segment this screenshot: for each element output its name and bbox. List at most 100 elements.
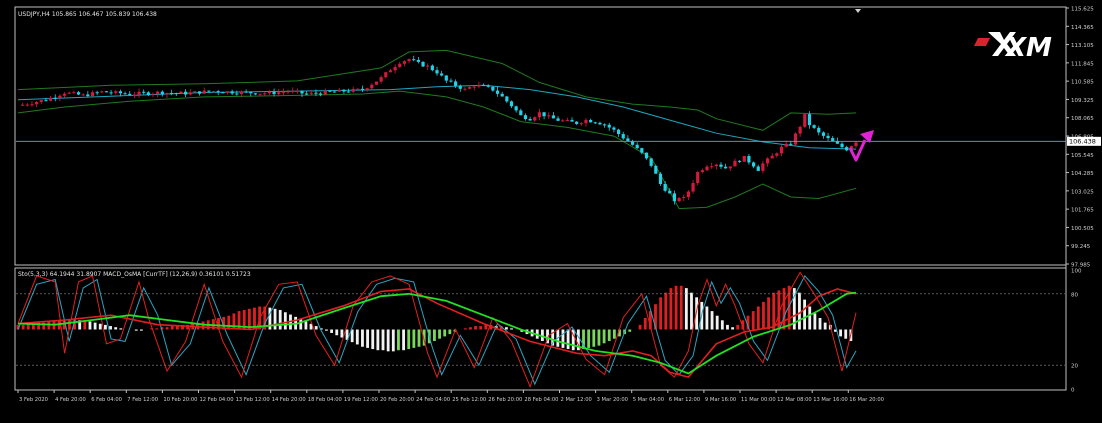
candle-body <box>81 94 85 96</box>
candle-body <box>640 148 644 153</box>
main-panel-frame <box>14 6 1067 266</box>
candle-body <box>775 153 779 156</box>
candle-body <box>789 143 793 145</box>
candle-body <box>579 123 583 125</box>
candle-body <box>267 91 271 94</box>
candle-body <box>25 104 29 106</box>
candle-body <box>184 91 188 95</box>
candle-body <box>654 165 658 174</box>
candle-body <box>281 91 285 93</box>
candle-body <box>612 127 616 130</box>
candle-body <box>374 81 379 85</box>
candle-body <box>384 72 388 78</box>
candle-body <box>197 91 202 94</box>
candle-body <box>500 93 504 97</box>
oscillator-header: Sto(5,3,3) 64.1944 31.8907 MACD_OsMA [Cu… <box>18 271 251 278</box>
bollinger-lower-line <box>17 90 857 210</box>
candle-body <box>244 91 248 93</box>
candle-body <box>663 183 667 191</box>
candle-body <box>454 81 458 86</box>
candle-body <box>491 86 495 91</box>
candle-body <box>547 115 551 117</box>
candle-body <box>332 91 337 93</box>
oscillator-tick-label: 80 <box>1071 292 1078 298</box>
price-tick-label: 111.845 <box>1071 61 1094 67</box>
candle-body <box>109 92 113 94</box>
time-tick-label: 3 Mar 20:00 <box>597 397 628 403</box>
candle-body <box>179 91 183 94</box>
candle-body <box>686 191 690 198</box>
oscillator-tick-label: 20 <box>1071 364 1078 370</box>
candle-body <box>467 87 472 89</box>
candle-body <box>165 92 169 95</box>
candle-body <box>426 65 430 67</box>
candle-body <box>174 93 178 95</box>
candle-body <box>398 63 402 68</box>
candle-body <box>784 143 788 147</box>
candle-body <box>477 85 481 87</box>
candle-body <box>486 85 490 87</box>
time-tick-label: 24 Feb 04:00 <box>416 397 450 403</box>
candle-body <box>323 90 327 95</box>
time-tick-label: 14 Feb 20:00 <box>272 397 306 403</box>
moving-average-line <box>17 84 857 150</box>
candle-body <box>793 133 798 145</box>
candle-body <box>668 190 672 194</box>
candle-body <box>509 101 514 107</box>
candle-body <box>123 93 127 95</box>
osma-signal-line <box>17 288 857 379</box>
candle-body <box>249 91 253 94</box>
time-axis: 3 Feb 2020 4 Feb 20:00 6 Feb 04:00 7 Feb 12… <box>17 390 884 403</box>
candle-body <box>291 90 295 92</box>
candle-body <box>72 92 76 94</box>
price-tick-label: 105.545 <box>1071 153 1094 159</box>
candle-body <box>728 166 732 169</box>
candle-body <box>272 91 276 95</box>
chart-canvas[interactable]: 115.625 114.365 113.105 111.845 110.585 109.3… <box>0 0 1102 419</box>
candle-body <box>58 95 62 98</box>
candle-body <box>86 94 90 97</box>
candle-body <box>481 85 486 87</box>
candle-body <box>519 110 523 116</box>
candle-body <box>607 124 611 128</box>
price-tick-label: 100.505 <box>1071 226 1094 232</box>
candle-body <box>542 112 546 117</box>
candle-body <box>733 160 737 167</box>
candle-body <box>193 91 197 93</box>
time-tick-label: 16 Mar 20:00 <box>849 397 884 403</box>
candle-body <box>817 127 821 133</box>
candle-body <box>342 89 346 92</box>
time-tick-label: 19 Feb 12:00 <box>344 397 378 403</box>
candle-body <box>402 61 407 64</box>
candle-body <box>626 138 630 142</box>
candle-body <box>570 119 574 122</box>
time-tick-label: 10 Feb 20:00 <box>163 397 197 403</box>
chart-shift-marker-icon[interactable] <box>855 9 861 13</box>
candle-body <box>616 129 621 135</box>
candle-body <box>770 155 774 159</box>
price-tick-label: 114.365 <box>1071 25 1094 31</box>
candle-body <box>714 164 718 167</box>
candle-body <box>430 65 434 71</box>
candle-body <box>449 80 453 82</box>
candle-body <box>258 93 262 95</box>
candle-body <box>649 158 653 166</box>
candle-body <box>724 166 728 169</box>
candle-body <box>118 91 123 94</box>
candle-body <box>104 91 109 93</box>
current-price-label: 106.438 <box>1069 138 1096 146</box>
candle-body <box>225 91 230 93</box>
candle-body <box>779 146 784 154</box>
candle-body <box>142 91 146 93</box>
xm-logo: XM <box>974 32 1052 63</box>
xm-logo-red-accent-icon <box>974 38 990 46</box>
candle-body <box>598 122 602 125</box>
time-tick-label: 11 Mar 00:00 <box>741 397 776 403</box>
candle-body <box>751 162 756 167</box>
candle-body <box>575 121 579 124</box>
time-tick-label: 26 Feb 20:00 <box>488 397 522 403</box>
candle-body <box>682 197 686 199</box>
candle-body <box>440 73 444 76</box>
candle-body <box>672 193 677 202</box>
candle-body <box>533 117 537 121</box>
